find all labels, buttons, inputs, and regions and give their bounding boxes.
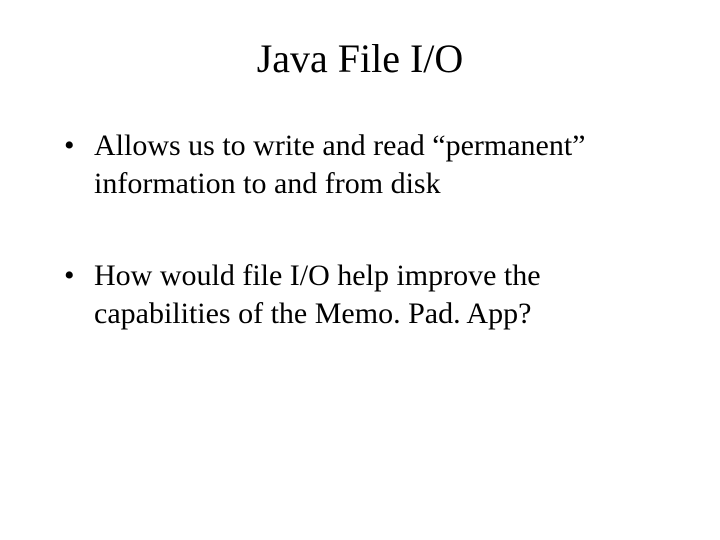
list-item: How would file I/O help improve the capa… xyxy=(60,257,660,332)
list-item: Allows us to write and read “permanent” … xyxy=(60,127,660,202)
slide: Java File I/O Allows us to write and rea… xyxy=(0,0,720,540)
bullet-list: Allows us to write and read “permanent” … xyxy=(60,127,660,332)
slide-title: Java File I/O xyxy=(60,35,660,82)
